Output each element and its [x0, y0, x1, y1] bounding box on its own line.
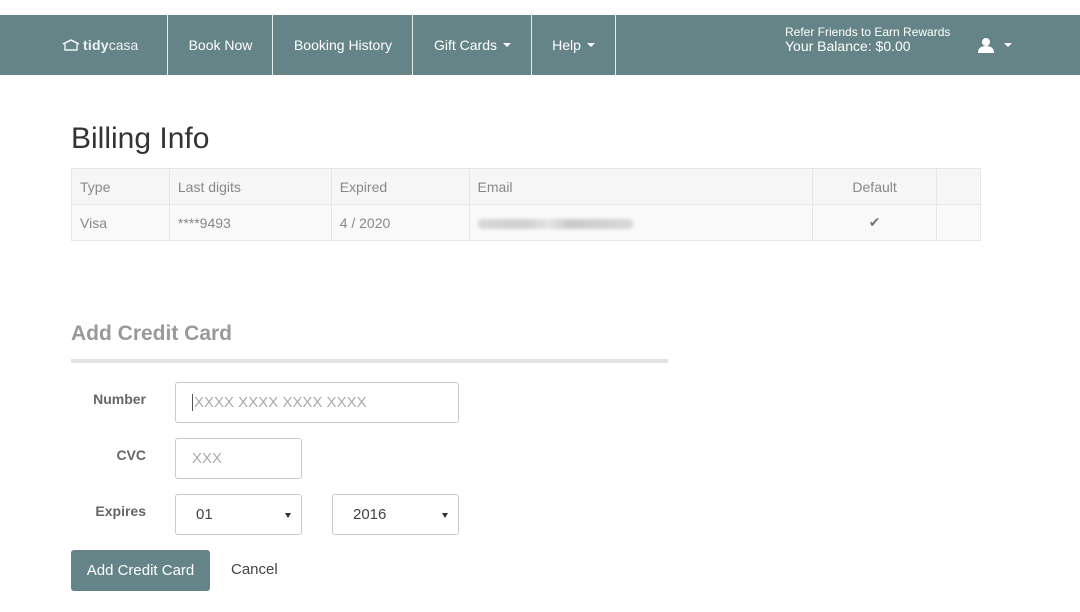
user-menu-dropdown[interactable] [978, 31, 1020, 59]
checkmark-icon: ✔ [868, 214, 881, 230]
card-number-input[interactable]: XXXX XXXX XXXX XXXX [175, 382, 459, 423]
header-default: Default [812, 168, 938, 205]
expires-label: Expires [95, 503, 146, 519]
refer-friends-link[interactable]: Refer Friends to Earn Rewards [785, 25, 950, 39]
nav-help[interactable]: Help [531, 15, 616, 75]
text-cursor [192, 394, 193, 411]
header-last-digits: Last digits [168, 168, 332, 205]
cell-default: ✔ [812, 204, 938, 241]
nav-book-now[interactable]: Book Now [167, 15, 273, 75]
cell-actions [936, 204, 981, 241]
nav-help-label: Help [552, 37, 581, 53]
page-title: Billing Info [71, 122, 210, 155]
brand-text-bold: tidy [83, 37, 109, 53]
add-credit-card-button[interactable]: Add Credit Card [71, 550, 210, 591]
caret-down-icon [503, 43, 511, 47]
nav-gift-cards[interactable]: Gift Cards [412, 15, 532, 75]
house-icon [62, 39, 80, 51]
expiry-year-value: 2016 [353, 506, 387, 523]
add-card-title: Add Credit Card [71, 322, 233, 345]
billing-table: Type Last digits Expired Email Default V… [71, 168, 981, 241]
expiry-year-select[interactable]: 2016 [332, 494, 459, 535]
top-navbar: tidy casa Book Now Booking History Gift C… [0, 15, 1080, 75]
user-icon [978, 38, 994, 53]
dropdown-arrow-icon [285, 512, 291, 518]
header-expired: Expired [330, 168, 470, 205]
brand-logo[interactable]: tidy casa [62, 15, 167, 75]
brand-text-light: casa [108, 37, 139, 53]
header-type: Type [71, 168, 170, 205]
nav-book-now-label: Book Now [188, 37, 253, 53]
header-email: Email [468, 168, 814, 205]
cell-type: Visa [71, 204, 170, 241]
cell-expired: 4 / 2020 [330, 204, 470, 241]
dropdown-arrow-icon [442, 512, 448, 518]
cvc-placeholder: XXX [192, 450, 223, 467]
section-divider [71, 359, 668, 363]
expiry-month-value: 01 [196, 506, 213, 523]
cvc-label: CVC [116, 447, 146, 463]
number-label: Number [93, 391, 146, 407]
card-number-placeholder: XXXX XXXX XXXX XXXX [194, 394, 367, 411]
cell-email [468, 204, 814, 241]
caret-down-icon [1004, 43, 1012, 47]
balance-text: Your Balance: $0.00 [785, 38, 911, 54]
cvc-input[interactable]: XXX [175, 438, 302, 479]
table-row: Visa ****9493 4 / 2020 ✔ [71, 204, 981, 241]
expiry-month-select[interactable]: 01 [175, 494, 302, 535]
header-actions [936, 168, 981, 205]
table-header-row: Type Last digits Expired Email Default [71, 168, 981, 205]
nav-gift-cards-label: Gift Cards [433, 37, 497, 53]
caret-down-icon [586, 43, 595, 47]
nav-booking-history-label: Booking History [293, 37, 393, 53]
nav-booking-history[interactable]: Booking History [272, 15, 413, 75]
rewards-info[interactable]: Refer Friends to Earn Rewards Your Balan… [785, 25, 950, 53]
cell-last-digits: ****9493 [168, 204, 332, 241]
cancel-link[interactable]: Cancel [231, 561, 278, 578]
redacted-email [477, 218, 633, 229]
